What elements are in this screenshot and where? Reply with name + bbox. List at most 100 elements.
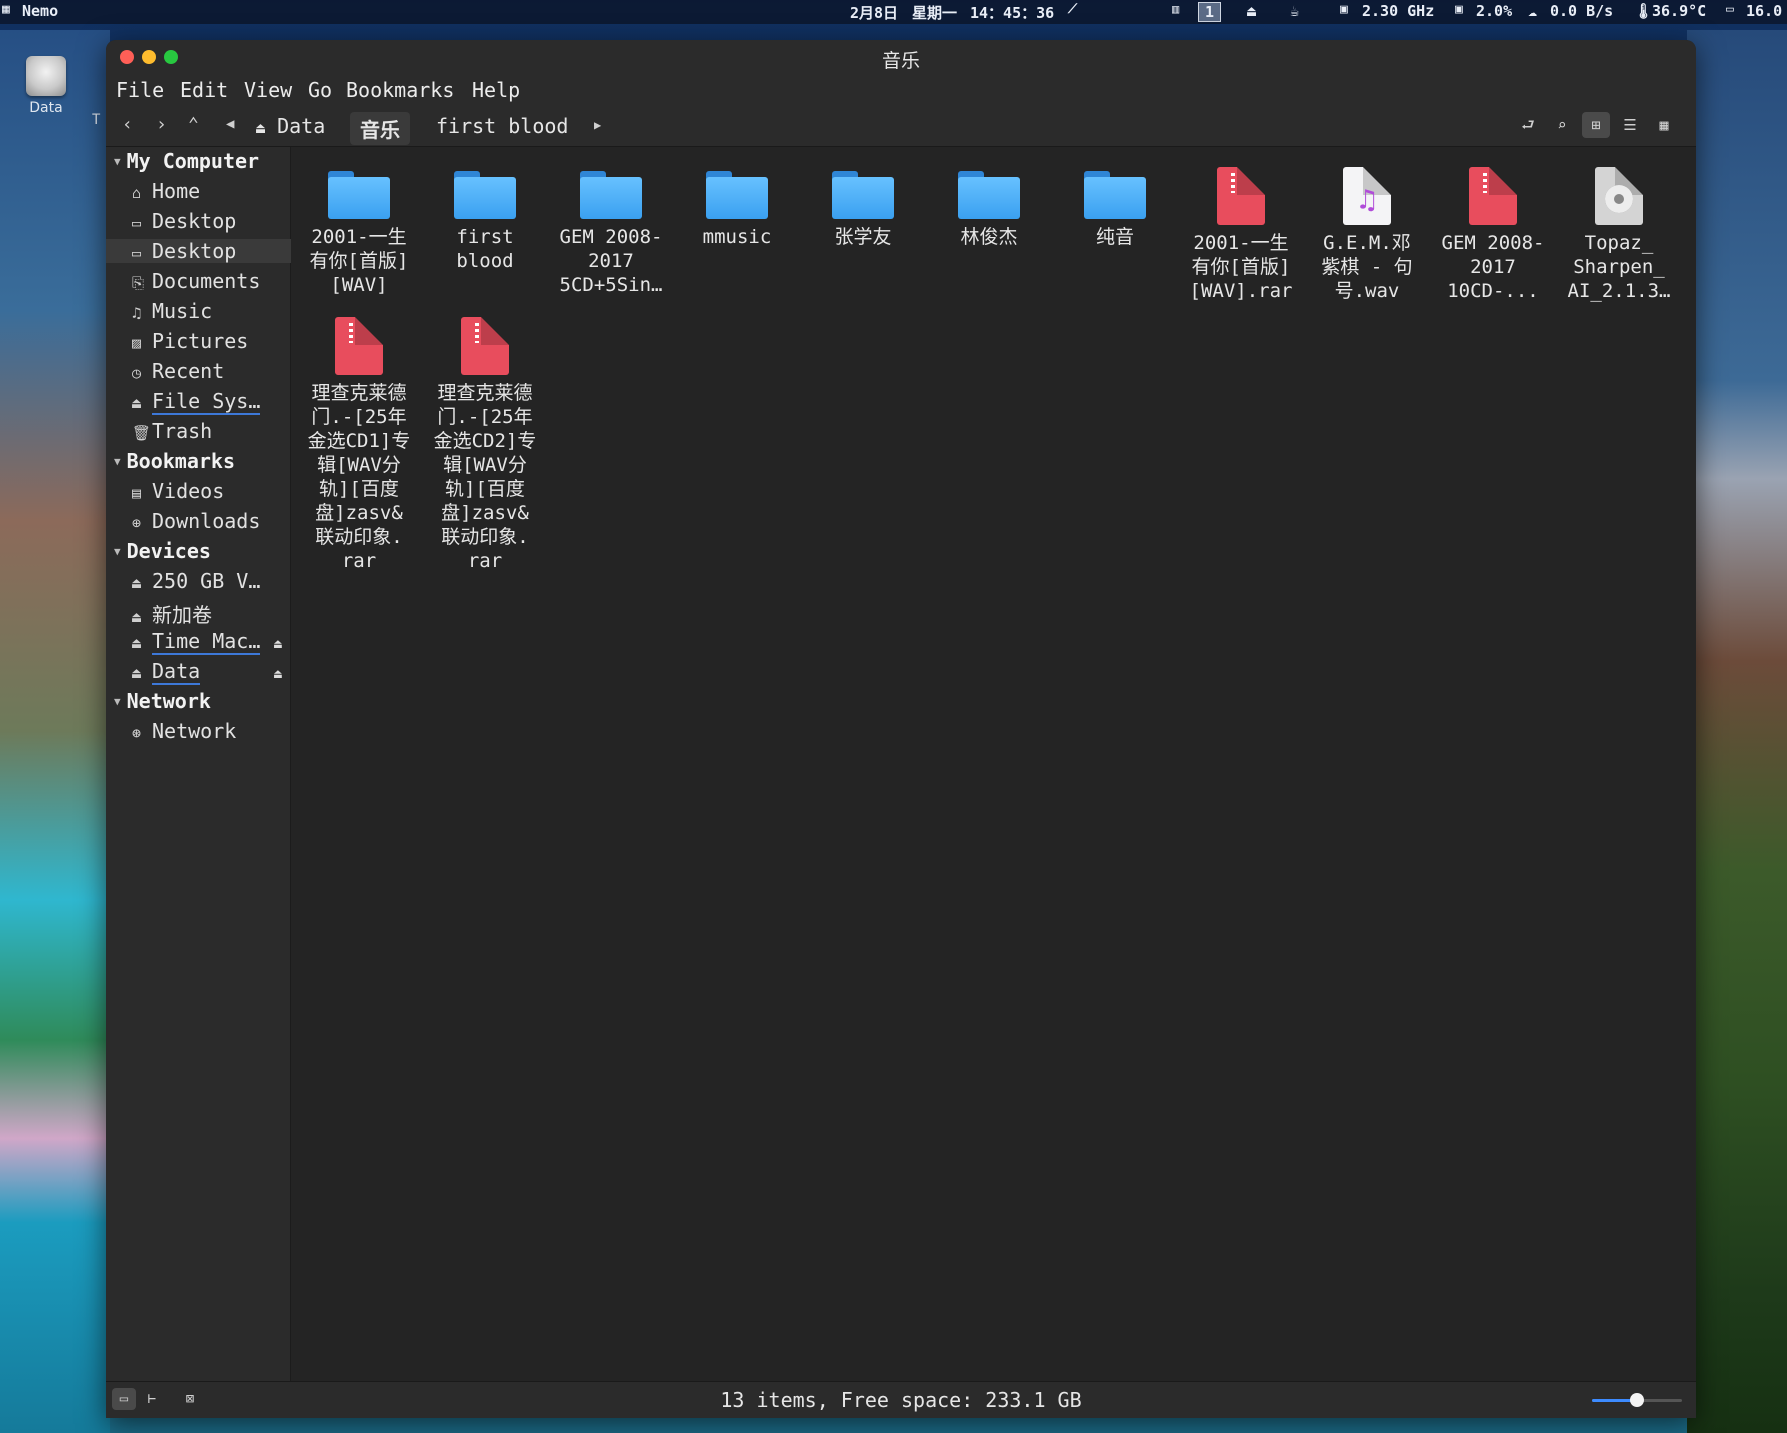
search-icon[interactable]: ⌕	[1548, 112, 1576, 138]
folder-item[interactable]: first blood	[425, 157, 545, 273]
sidebar-item-new-volume[interactable]: ⏏ 新加卷	[132, 599, 212, 628]
file-label-line: 门.-[25年	[311, 406, 407, 428]
sidebar-item-desktop[interactable]: ▭ Desktop	[132, 209, 236, 233]
sidebar-section-my-computer[interactable]: ▼ My Computer	[114, 149, 259, 173]
compact-view-icon[interactable]: ▦	[1650, 112, 1678, 138]
music-icon: ♫	[132, 304, 142, 322]
desktop-icon: ▭	[132, 214, 142, 232]
cpu-icon: ▣	[1340, 2, 1348, 17]
folder-item[interactable]: 2001-一生 有你[首版] [WAV]	[299, 157, 419, 297]
file-item[interactable]: ♫ G.E.M.邓 紫棋 - 句号.wav	[1307, 157, 1427, 303]
file-grid: 2001-一生 有你[首版] [WAV] first blood GEM 2008- 201…	[291, 147, 1696, 1381]
breadcrumb-data[interactable]: ⏏ Data	[246, 112, 335, 140]
section-title: Network	[126, 689, 211, 713]
folder-item[interactable]: mmusic	[677, 157, 797, 249]
active-app-name[interactable]: Nemo	[22, 2, 58, 20]
sidebar-item-time-machine[interactable]: ⏏ Time Mac…	[132, 629, 261, 655]
sidebar-item-pictures[interactable]: ▨ Pictures	[132, 329, 248, 353]
file-item[interactable]: Topaz_ Sharpen_ AI_2.1.3…	[1559, 157, 1679, 303]
collapse-arrow-icon[interactable]: ▼	[114, 455, 121, 468]
window-title: 音乐	[881, 50, 920, 72]
menu-bookmarks[interactable]: Bookmarks	[346, 78, 454, 102]
sidebar-section-network[interactable]: ▼ Network	[114, 689, 211, 713]
menu-edit[interactable]: Edit	[180, 78, 228, 102]
sidebar-item-music[interactable]: ♫ Music	[132, 299, 212, 323]
breadcrumb-current[interactable]: 音乐	[350, 112, 410, 145]
folder-item[interactable]: 纯音	[1055, 157, 1175, 249]
eject-icon[interactable]: ⏏	[274, 667, 282, 682]
sidebar-item-label: 250 GB V…	[152, 569, 261, 593]
back-icon[interactable]: ‹	[122, 114, 133, 135]
file-item[interactable]: 理查克莱德 门.-[25年 金选CD2]专 辑[WAV分 轨][百度 盘]zasv& 联动印…	[425, 307, 545, 573]
toggle-location-icon[interactable]: ⮐	[1514, 112, 1542, 138]
file-label-line: 联动印象.	[315, 526, 403, 548]
clock-icon: ◷	[132, 364, 142, 382]
sidebar-item-trash[interactable]: 🗑Trash	[132, 419, 212, 443]
collapse-arrow-icon[interactable]: ▼	[114, 545, 121, 558]
list-view-icon[interactable]: ☰	[1616, 112, 1644, 138]
file-item[interactable]: GEM 2008- 2017 10CD-...	[1433, 157, 1553, 303]
section-title: Bookmarks	[126, 449, 235, 473]
menu-file[interactable]: File	[116, 78, 164, 102]
workspace-indicator[interactable]: 1	[1198, 2, 1222, 22]
no-signal-icon[interactable]: ⟋	[1068, 2, 1077, 17]
home-icon: ⌂	[132, 184, 142, 202]
folder-item[interactable]: 林俊杰	[929, 157, 1049, 249]
file-label-line: rar	[467, 550, 503, 572]
sidebar-item-label: Trash	[152, 419, 213, 443]
folder-item[interactable]: GEM 2008- 2017 5CD+5Sin…	[551, 157, 671, 297]
sidebar-item-videos[interactable]: ▤ Videos	[132, 479, 224, 503]
sidebar-item-250gb-volume[interactable]: ⏏ 250 GB V…	[132, 569, 260, 593]
sidebar-item-file-system[interactable]: ⏏ File Sys…	[132, 389, 261, 415]
title-bar[interactable]: 音乐	[106, 40, 1696, 74]
file-label-line: 2017	[588, 250, 634, 272]
up-icon[interactable]: ⌃	[188, 114, 199, 135]
sidebar-section-bookmarks[interactable]: ▼ Bookmarks	[114, 449, 235, 473]
sidebar-item-downloads[interactable]: ⊕ Downloads	[132, 509, 260, 533]
coffee-icon[interactable]: ☕	[1290, 2, 1299, 20]
file-label-line: blood	[456, 250, 514, 272]
sidebar-item-data[interactable]: ⏏ Data	[132, 659, 201, 685]
sidebar: ▼ My Computer ⌂ Home ▭ Desktop ▭ Desktop ⎘ Do…	[106, 147, 304, 1381]
date[interactable]: 2月8日	[850, 2, 898, 23]
desktop-partial-label: T	[92, 112, 101, 128]
archive-icon	[1217, 167, 1265, 225]
sidebar-item-desktop-selected[interactable]: ▭ Desktop	[106, 239, 304, 263]
breadcrumb-left-icon[interactable]: ◀	[226, 116, 234, 132]
menu-go[interactable]: Go	[308, 78, 332, 102]
desktop-drive-data[interactable]: Data	[18, 56, 74, 116]
file-label-line: GEM 2008-	[1441, 232, 1545, 254]
sidebar-item-network[interactable]: ⊛ Network	[132, 719, 236, 743]
workspace-grid-icon[interactable]: ▥	[1172, 2, 1179, 16]
file-label: 张学友	[803, 225, 923, 249]
archive-icon	[461, 317, 509, 375]
menu-help[interactable]: Help	[472, 78, 520, 102]
sidebar-section-devices[interactable]: ▼ Devices	[114, 539, 211, 563]
icon-view-icon[interactable]: ⊞	[1582, 112, 1610, 138]
forward-icon[interactable]: ›	[156, 114, 167, 135]
zoom-slider[interactable]	[1592, 1393, 1682, 1407]
file-label: GEM 2008- 2017 5CD+5Sin…	[551, 225, 671, 297]
eject-icon[interactable]: ⏏	[1247, 2, 1256, 20]
clock[interactable]: 14：45：36	[970, 2, 1054, 23]
file-label-line: GEM 2008-	[559, 226, 663, 248]
zoom-slider-handle[interactable]	[1630, 1393, 1644, 1407]
menu-view[interactable]: View	[244, 78, 292, 102]
folder-item[interactable]: 张学友	[803, 157, 923, 249]
file-item[interactable]: 理查克莱德 门.-[25年 金选CD1]专 辑[WAV分 轨][百度 盘]zasv& 联动印…	[299, 307, 419, 573]
app-menu-icon[interactable]: ▦	[2, 2, 10, 17]
sidebar-item-documents[interactable]: ⎘ Documents	[132, 269, 260, 293]
file-label-line: 轨][百度	[445, 478, 525, 500]
breadcrumb-first-blood[interactable]: first blood	[426, 112, 578, 140]
file-item[interactable]: 2001-一生 有你[首版] [WAV].rar	[1181, 157, 1301, 303]
sidebar-item-label: 新加卷	[152, 603, 212, 627]
cpu-usage-icon: ▣	[1455, 2, 1463, 17]
sidebar-item-recent[interactable]: ◷ Recent	[132, 359, 224, 383]
file-label-line: 有你[首版]	[309, 250, 409, 272]
collapse-arrow-icon[interactable]: ▼	[114, 695, 121, 708]
breadcrumb-right-icon[interactable]: ▶	[594, 118, 601, 132]
collapse-arrow-icon[interactable]: ▼	[114, 155, 121, 168]
eject-icon[interactable]: ⏏	[274, 637, 282, 652]
sidebar-item-home[interactable]: ⌂ Home	[132, 179, 200, 203]
sidebar-item-label: Desktop	[152, 239, 237, 263]
